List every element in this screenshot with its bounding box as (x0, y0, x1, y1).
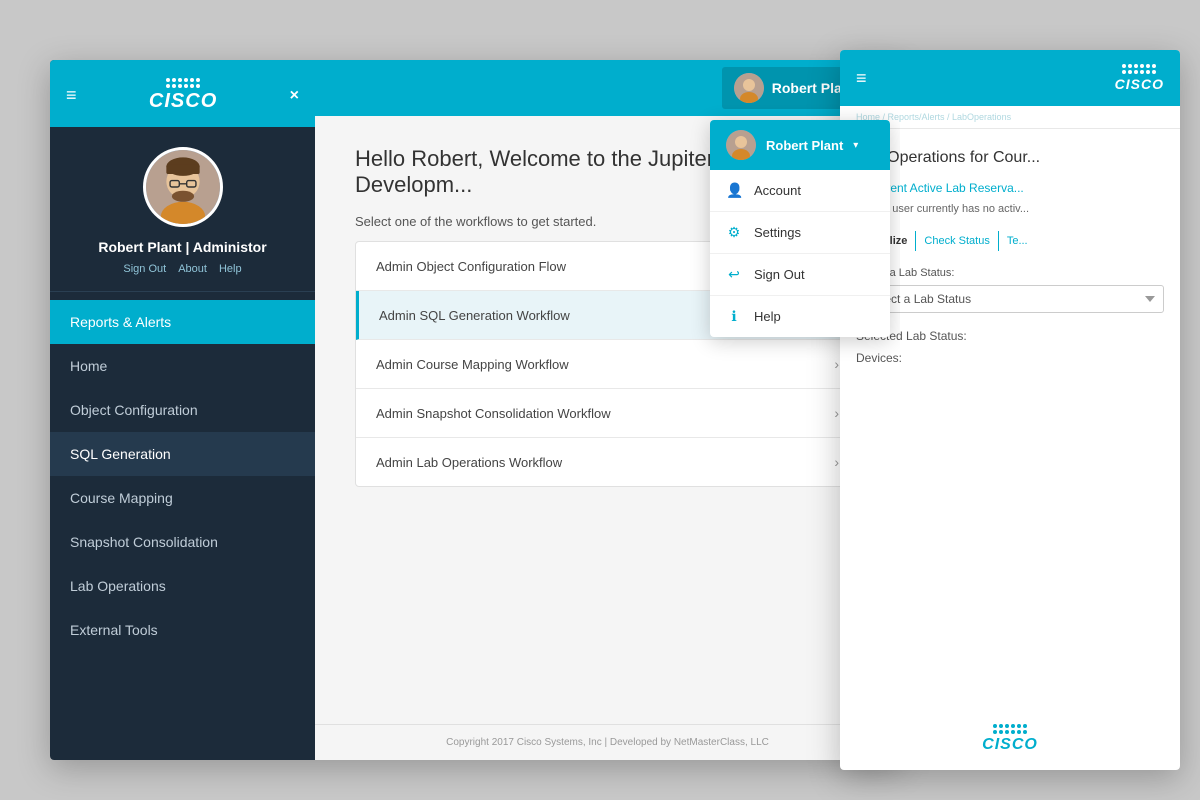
sidebar-nav: Reports & Alerts Home Object Configurati… (50, 292, 315, 760)
sidebar-item-lab-operations[interactable]: Lab Operations (50, 564, 315, 608)
dropdown-account[interactable]: 👤 Account (710, 170, 890, 212)
right-title: Lab Operations for Cour... (856, 149, 1164, 167)
dropdown-avatar (726, 130, 756, 160)
main-window: ≡ CISCO × (50, 60, 900, 760)
right-footer: CISCO (840, 708, 1180, 770)
account-icon: 👤 (726, 182, 742, 199)
right-lab-status-select[interactable]: Select a Lab Status (856, 285, 1164, 313)
main-footer: Copyright 2017 Cisco Systems, Inc | Deve… (315, 724, 900, 760)
workflow-item-label: Admin Lab Operations Workflow (376, 455, 562, 470)
sidebar-header: ≡ CISCO × (50, 60, 315, 127)
right-content: Lab Operations for Cour... Current Activ… (840, 129, 1180, 708)
dropdown-chevron: ▾ (853, 140, 858, 151)
help-link[interactable]: Help (219, 263, 242, 275)
right-hamburger-icon[interactable]: ≡ (856, 68, 867, 89)
dropdown-header-name: Robert Plant (766, 138, 843, 153)
help-icon: ℹ (726, 308, 742, 325)
right-footer-cisco-text: CISCO (982, 736, 1038, 754)
close-button[interactable]: × (290, 87, 299, 105)
right-active-lab-text: Your user currently has no activ... (856, 203, 1164, 215)
dropdown-help[interactable]: ℹ Help (710, 296, 890, 337)
sidebar-item-sql-generation[interactable]: SQL Generation (50, 432, 315, 476)
avatar (143, 147, 223, 227)
right-tab-te[interactable]: Te... (998, 231, 1036, 251)
account-label: Account (754, 183, 801, 198)
sidebar-item-snapshot[interactable]: Snapshot Consolidation (50, 520, 315, 564)
signout-label: Sign Out (754, 267, 805, 282)
main-content: Robert Plant ▾ Robert Plant ▾ (315, 60, 900, 760)
user-links: Sign Out About Help (66, 263, 299, 275)
dropdown-settings[interactable]: ⚙ Settings (710, 212, 890, 254)
cisco-logo: CISCO (149, 78, 217, 113)
sidebar-item-object-configuration[interactable]: Object Configuration (50, 388, 315, 432)
right-tab-check-status[interactable]: Check Status (915, 231, 997, 251)
workflow-item-label: Admin Course Mapping Workflow (376, 357, 569, 372)
workflow-item-snapshot[interactable]: Admin Snapshot Consolidation Workflow › (356, 389, 859, 438)
workflow-item-label: Admin Snapshot Consolidation Workflow (376, 406, 611, 421)
hamburger-button[interactable]: ≡ (66, 85, 77, 106)
sign-out-link[interactable]: Sign Out (123, 263, 166, 275)
user-profile-area: Robert Plant | Administor Sign Out About… (50, 127, 315, 292)
top-bar: Robert Plant ▾ Robert Plant ▾ (315, 60, 900, 116)
workflow-item-course[interactable]: Admin Course Mapping Workflow › (356, 340, 859, 389)
user-name: Robert Plant | Administor (66, 239, 299, 255)
chevron-right-icon: › (834, 454, 839, 470)
right-devices-label: Devices: (856, 351, 1164, 365)
sidebar-item-home[interactable]: Home (50, 344, 315, 388)
right-active-lab-label: Current Active Lab Reserva... (856, 181, 1164, 195)
right-cisco-logo-header: CISCO (1115, 64, 1164, 92)
right-cisco-text: CISCO (1115, 76, 1164, 92)
sidebar-item-course-mapping[interactable]: Course Mapping (50, 476, 315, 520)
right-footer-cisco-logo: CISCO (982, 724, 1038, 754)
sidebar: ≡ CISCO × (50, 60, 315, 760)
right-selected-status-label: Selected Lab Status: (856, 329, 1164, 343)
chevron-right-icon: › (834, 405, 839, 421)
dropdown-header: Robert Plant ▾ (710, 120, 890, 170)
right-window: ≡ CISCO Home / Reports/Alerts / LabOpera… (840, 50, 1180, 770)
workflow-item-lab[interactable]: Admin Lab Operations Workflow › (356, 438, 859, 486)
workflow-item-label: Admin SQL Generation Workflow (379, 308, 570, 323)
sidebar-item-external-tools[interactable]: External Tools (50, 608, 315, 652)
signout-icon: ↩ (726, 266, 742, 283)
sidebar-item-reports[interactable]: Reports & Alerts (50, 300, 315, 344)
settings-label: Settings (754, 225, 801, 240)
chevron-right-icon: › (834, 356, 839, 372)
right-breadcrumb: Home / Reports/Alerts / LabOperations (840, 106, 1180, 129)
right-select-label: Select a Lab Status: (856, 267, 1164, 279)
help-label: Help (754, 309, 781, 324)
about-link[interactable]: About (178, 263, 207, 275)
settings-icon: ⚙ (726, 224, 742, 241)
workflow-item-label: Admin Object Configuration Flow (376, 259, 566, 274)
dropdown-signout[interactable]: ↩ Sign Out (710, 254, 890, 296)
cisco-dots (166, 78, 200, 88)
cisco-logo-text: CISCO (149, 90, 217, 113)
right-top-bar: ≡ CISCO (840, 50, 1180, 106)
dropdown-menu: Robert Plant ▾ 👤 Account ⚙ Settings ↩ Si… (710, 120, 890, 337)
right-tabs: Initialize Check Status Te... (856, 231, 1164, 251)
user-mini-avatar (734, 73, 764, 103)
